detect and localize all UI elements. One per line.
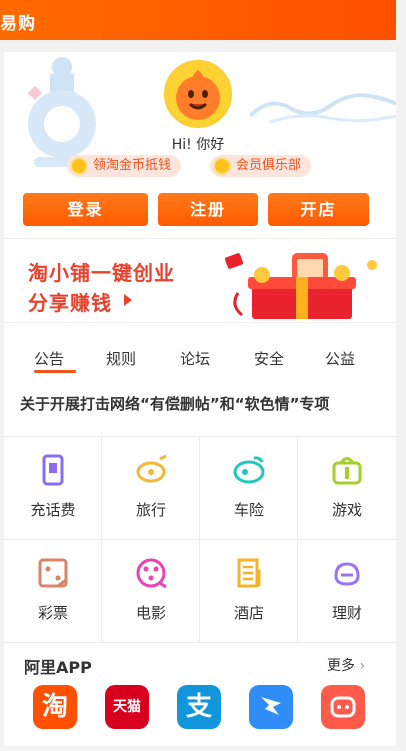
movie-icon (136, 558, 167, 589)
more-label: 更多 (327, 658, 355, 674)
top-bar: 易购 (0, 0, 396, 40)
dingtalk-app[interactable] (249, 685, 293, 729)
game-icon (332, 457, 362, 485)
service-item-phone[interactable]: 充话费 (4, 437, 102, 540)
service-label: 充话费 (30, 501, 76, 519)
finance-icon (334, 562, 360, 586)
service-item-car-insurance[interactable]: 车险 (200, 437, 298, 540)
dingtalk-icon (261, 697, 281, 715)
member-club-pill[interactable]: 会员俱乐部 (210, 155, 312, 177)
service-item-hotel[interactable]: 酒店 (200, 540, 298, 643)
car-icon (233, 456, 265, 484)
banner-line2: 分享赚钱 (28, 291, 112, 315)
header-title: 易购 (0, 14, 36, 34)
chevron-right-icon: › (359, 658, 366, 674)
banner-line1: 淘小铺一键创业 (28, 261, 175, 285)
travel-icon (136, 454, 167, 483)
alipay-app[interactable]: 支 (177, 685, 221, 729)
taobao-icon: 淘 (41, 692, 68, 722)
notice-tabs: 公告 规则 论坛 安全 公益 (4, 344, 396, 374)
member-club-label: 会员俱乐部 (236, 158, 302, 173)
taobao-app[interactable]: 淘 (33, 685, 77, 729)
hotel-icon (237, 558, 261, 588)
open-shop-button[interactable]: 开店 (268, 193, 369, 226)
decor-left-icon (27, 57, 114, 167)
arrow-right-icon (124, 294, 132, 306)
service-item-travel[interactable]: 旅行 (102, 437, 200, 540)
lottery-icon (38, 558, 68, 588)
tab-announcement[interactable]: 公告 (34, 348, 64, 369)
greeting-text: Hi! 你好 (171, 137, 225, 153)
alipay-icon: 支 (185, 692, 212, 722)
service-label: 电影 (135, 604, 166, 622)
notice-headline[interactable]: 关于开展打击网络“有偿删帖”和“软色情”专项 (20, 393, 390, 414)
service-label: 旅行 (135, 501, 166, 519)
tab-forum[interactable]: 论坛 (180, 348, 210, 369)
tab-security[interactable]: 安全 (254, 348, 284, 369)
login-button[interactable]: 登录 (23, 193, 148, 226)
xianyu-icon (330, 696, 356, 718)
service-item-finance[interactable]: 理财 (298, 540, 396, 643)
gift-box-icon (224, 253, 377, 319)
tmall-app[interactable]: 天猫 (105, 685, 149, 729)
register-button[interactable]: 注册 (158, 193, 258, 226)
promo-banner[interactable]: 淘小铺一键创业 分享赚钱 (4, 238, 396, 323)
tmall-icon: 天猫 (113, 699, 141, 715)
tab-charity[interactable]: 公益 (325, 348, 355, 369)
xianyu-app[interactable] (321, 685, 365, 729)
service-label: 车险 (233, 501, 264, 519)
service-item-movie[interactable]: 电影 (102, 540, 200, 643)
active-tab-indicator (34, 370, 76, 373)
service-label: 彩票 (37, 604, 68, 622)
service-grid: 充话费 旅行 车险 游戏 彩票 电影 酒店 理财 (4, 436, 396, 643)
avatar[interactable] (164, 60, 232, 128)
service-label: 游戏 (331, 501, 362, 519)
tab-rules[interactable]: 规则 (106, 348, 136, 369)
coin-icon (70, 157, 88, 175)
ali-app-heading: 阿里APP (24, 658, 92, 677)
service-label: 理财 (331, 604, 362, 622)
club-icon (213, 157, 231, 175)
service-label: 酒店 (233, 604, 264, 622)
more-link[interactable]: 更多 › (327, 655, 365, 675)
coin-pill[interactable]: 领淘金币抵钱 (67, 155, 182, 177)
mascot-icon (176, 70, 220, 120)
service-item-lottery[interactable]: 彩票 (4, 540, 102, 643)
phone-icon (42, 454, 64, 486)
service-item-game[interactable]: 游戏 (298, 437, 396, 540)
decor-wave-icon (250, 93, 396, 124)
coin-pill-label: 领淘金币抵钱 (93, 158, 172, 173)
